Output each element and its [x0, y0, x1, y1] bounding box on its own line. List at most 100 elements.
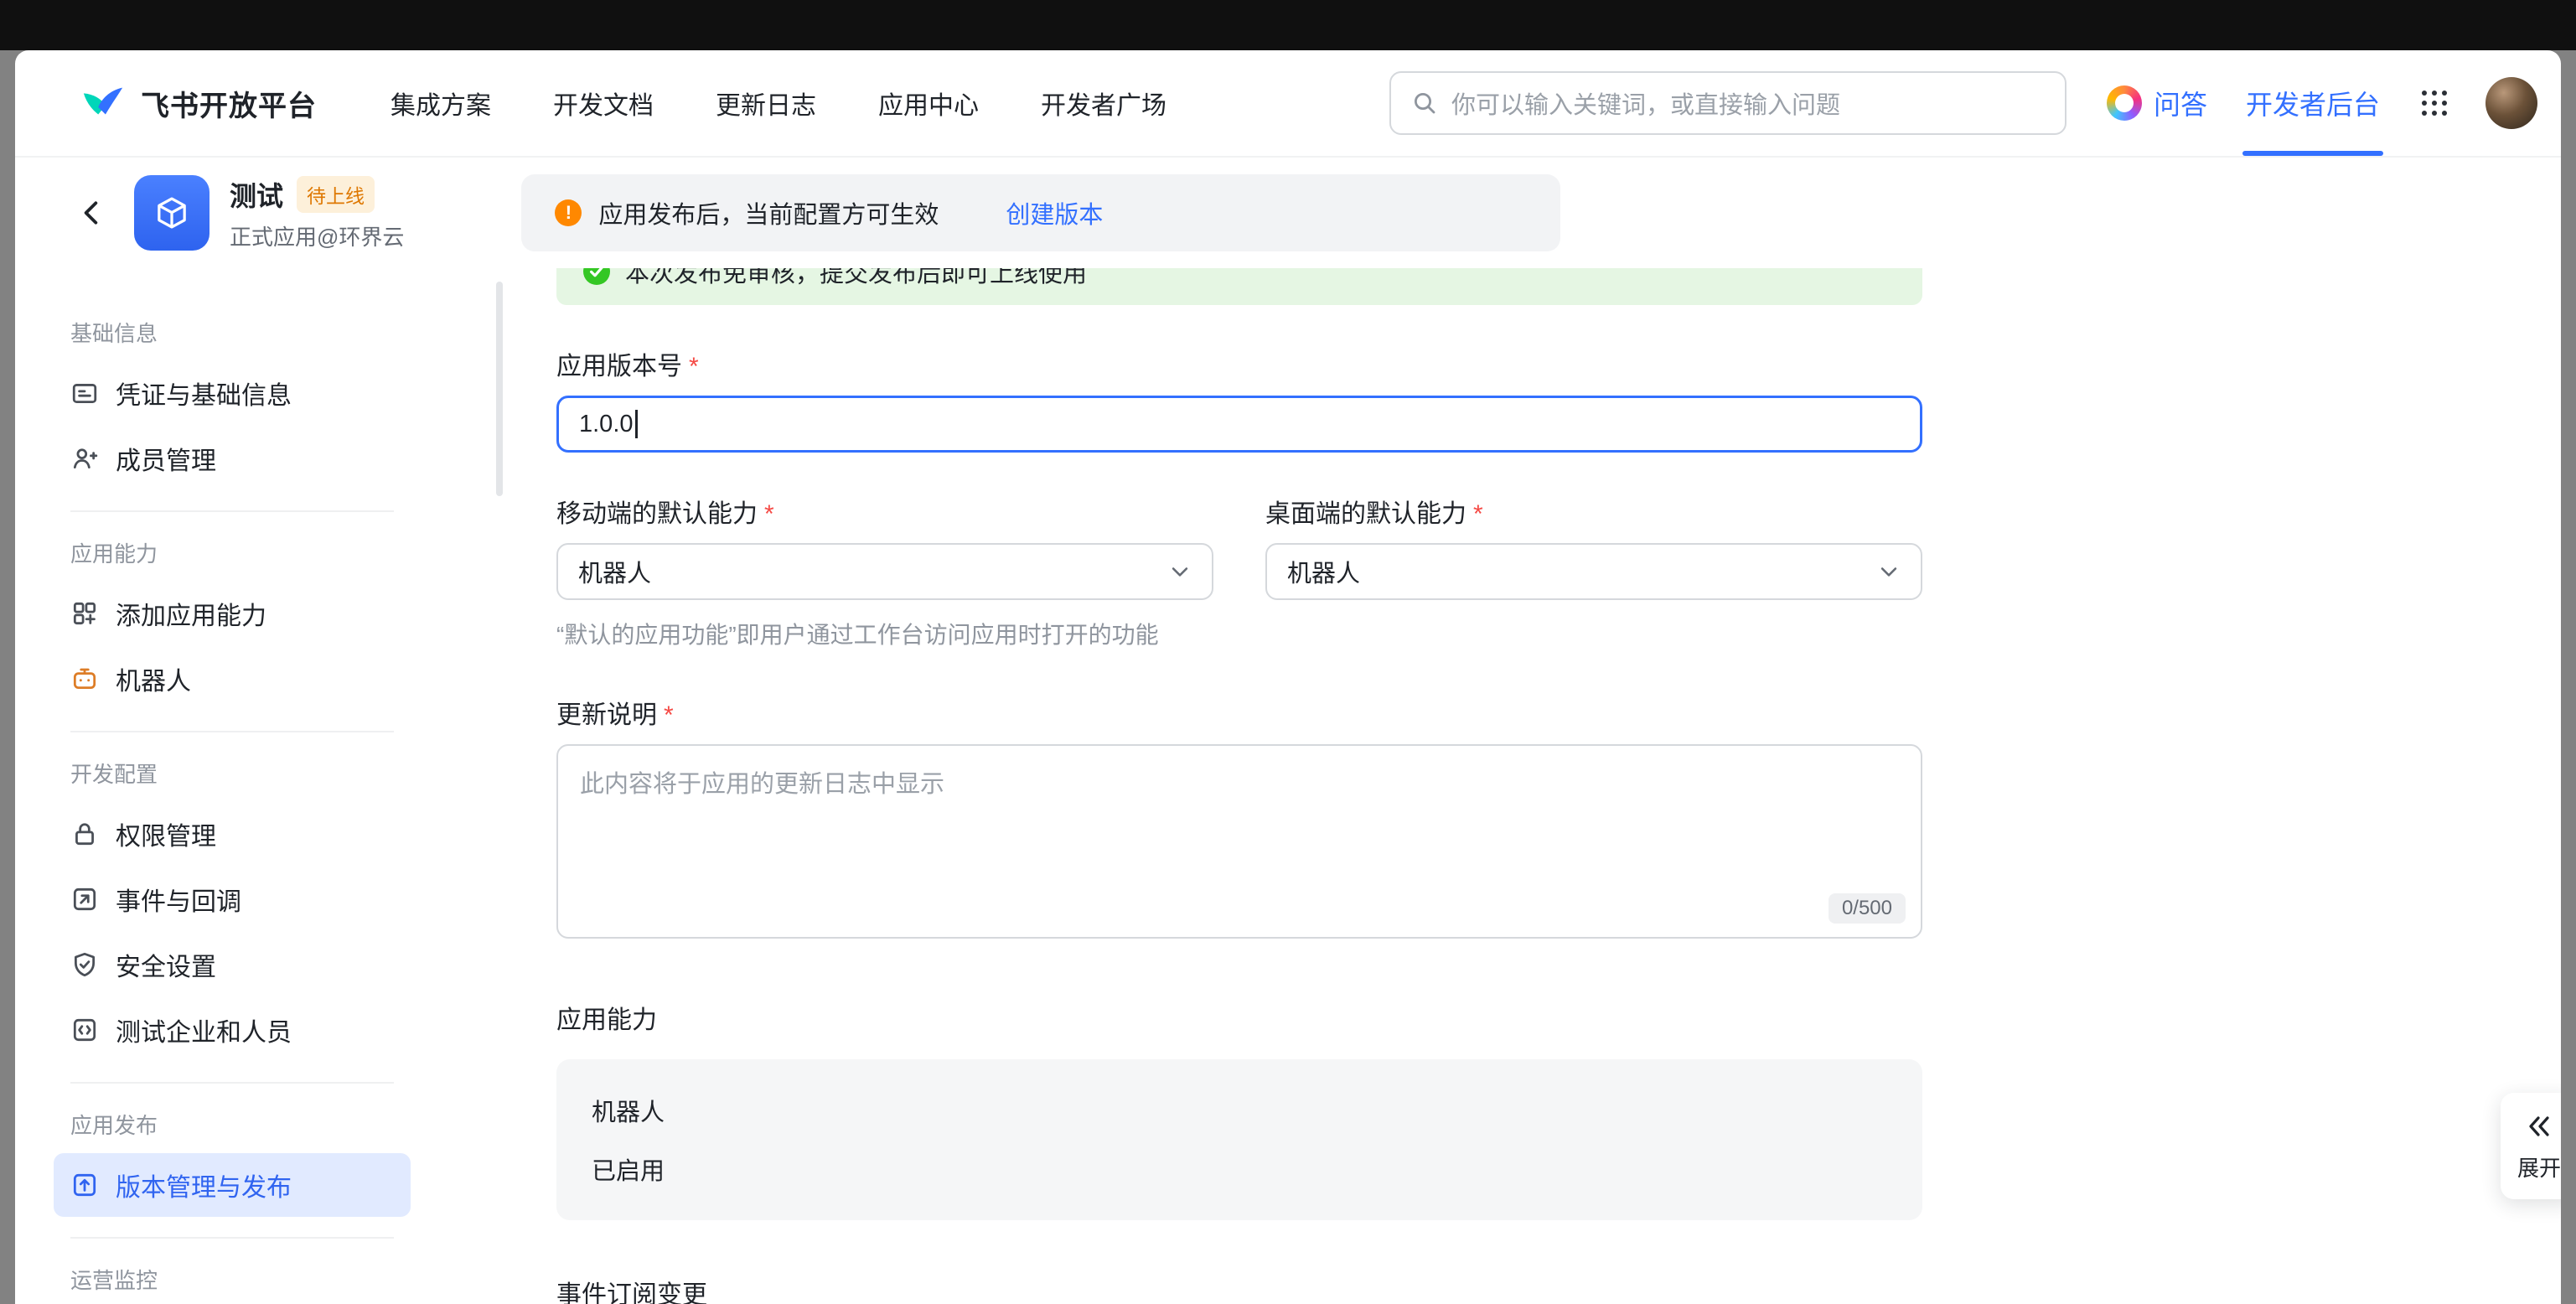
required-asterisk: *	[1473, 500, 1483, 529]
capability-name: 机器人	[592, 1093, 1887, 1128]
sidebar-item-bot[interactable]: 机器人	[54, 647, 411, 711]
search-icon	[1411, 90, 1438, 116]
sidebar-item-add-capability[interactable]: 添加应用能力	[54, 582, 411, 645]
sidebar-item-credential[interactable]: 凭证与基础信息	[54, 361, 411, 425]
sidebar-item-label: 权限管理	[116, 815, 216, 852]
sidebar-section-label: 应用能力	[70, 537, 411, 568]
notes-field-label: 更新说明 *	[556, 694, 2561, 731]
publish-alert-banner: 应用发布后，当前配置方可生效 创建版本	[521, 174, 1560, 251]
desktop-capability-value: 机器人	[1287, 554, 1360, 589]
version-input-value: 1.0.0	[579, 411, 634, 438]
release-icon	[70, 1171, 99, 1199]
tab-developer-console[interactable]: 开发者后台	[2242, 50, 2383, 156]
search-input[interactable]: 你可以输入关键词，或直接输入问题	[1389, 71, 2066, 135]
bot-icon	[70, 665, 99, 693]
sidebar-item-label: 安全设置	[116, 946, 216, 983]
app-window: 飞书开放平台 集成方案 开发文档 更新日志 应用中心 开发者广场 你可以输入关键…	[15, 50, 2561, 1304]
qa-label: 问答	[2154, 84, 2207, 122]
text-caret	[635, 410, 638, 438]
default-capability-row: 移动端的默认能力 * 机器人 桌面端的默认能力 *	[556, 453, 1922, 600]
version-input[interactable]: 1.0.0	[556, 396, 1922, 453]
sidebar-item-release[interactable]: 版本管理与发布	[54, 1153, 411, 1217]
nav-item-changelog[interactable]: 更新日志	[716, 85, 816, 122]
back-button[interactable]	[77, 199, 106, 227]
console-label: 开发者后台	[2246, 84, 2380, 122]
required-asterisk: *	[689, 353, 699, 381]
body-row: 基础信息凭证与基础信息成员管理应用能力添加应用能力机器人开发配置权限管理事件与回…	[15, 268, 2561, 1304]
credential-icon	[70, 379, 99, 407]
required-asterisk: *	[764, 500, 774, 529]
capability-section-heading: 应用能力	[556, 999, 2561, 1036]
sidebar-item-label: 测试企业和人员	[116, 1012, 292, 1048]
capability-panel: 机器人 已启用	[556, 1059, 1922, 1220]
capability-hint: “默认的应用功能”即用户通过工作台访问应用时打开的功能	[556, 617, 2561, 650]
header-right-cluster: 问答 开发者后台	[2107, 50, 2537, 156]
sidebar-divider	[70, 1237, 394, 1239]
test-org-icon	[70, 1016, 99, 1044]
nav-item-app-center[interactable]: 应用中心	[878, 85, 979, 122]
sidebar-item-test-org[interactable]: 测试企业和人员	[54, 998, 411, 1062]
mobile-capability-select[interactable]: 机器人	[556, 543, 1213, 600]
desktop-capability-select[interactable]: 机器人	[1265, 543, 1922, 600]
double-chevron-left-icon	[2526, 1113, 2553, 1140]
desktop-capability-col: 桌面端的默认能力 * 机器人	[1265, 453, 1922, 600]
sidebar-item-label: 事件与回调	[116, 881, 241, 918]
app-context-bar: 测试 待上线 正式应用@环界云 应用发布后，当前配置方可生效 创建版本	[15, 158, 2561, 268]
main-content: 本次发布免审核，提交发布后即可上线使用 应用版本号 * 1.0.0 移动端的默认…	[431, 268, 2561, 1304]
nav-item-dev-plaza[interactable]: 开发者广场	[1041, 85, 1166, 122]
sidebar-item-events[interactable]: 事件与回调	[54, 867, 411, 931]
events-section-heading: 事件订阅变更	[556, 1274, 2561, 1304]
user-avatar[interactable]	[2485, 77, 2537, 129]
sidebar-section-label: 应用发布	[70, 1109, 411, 1140]
sidebar-divider	[70, 510, 394, 512]
warning-info-icon	[555, 199, 582, 226]
add-capability-icon	[70, 599, 99, 628]
chevron-down-icon	[1168, 560, 1192, 583]
success-banner-clip: 本次发布免审核，提交发布后即可上线使用	[556, 268, 1922, 305]
brand-title: 飞书开放平台	[141, 83, 317, 124]
sidebar-item-label: 添加应用能力	[116, 595, 266, 632]
mobile-capability-label: 移动端的默认能力 *	[556, 493, 1213, 530]
primary-nav: 集成方案 开发文档 更新日志 应用中心 开发者广场	[391, 85, 1166, 122]
sidebar-item-security[interactable]: 安全设置	[54, 933, 411, 996]
sidebar-item-label: 版本管理与发布	[116, 1167, 292, 1203]
app-icon	[134, 175, 209, 251]
mobile-capability-col: 移动端的默认能力 * 机器人	[556, 453, 1213, 600]
status-badge: 待上线	[297, 176, 375, 213]
char-counter: 0/500	[1829, 893, 1906, 924]
capability-status: 已启用	[592, 1151, 1887, 1187]
app-subtitle: 正式应用@环界云	[230, 220, 404, 251]
version-field-label: 应用版本号 *	[556, 345, 2561, 382]
sidebar-section-label: 基础信息	[70, 317, 411, 348]
textarea-placeholder: 此内容将于应用的更新日志中显示	[580, 764, 944, 799]
check-circle-icon	[583, 268, 610, 285]
brand[interactable]: 飞书开放平台	[80, 80, 317, 126]
security-icon	[70, 950, 99, 979]
chevron-down-icon	[1877, 560, 1901, 583]
release-notes-textarea[interactable]: 此内容将于应用的更新日志中显示 0/500	[556, 744, 1922, 939]
sidebar-item-label: 成员管理	[116, 440, 216, 477]
sidebar: 基础信息凭证与基础信息成员管理应用能力添加应用能力机器人开发配置权限管理事件与回…	[15, 268, 431, 1304]
create-version-link[interactable]: 创建版本	[1006, 195, 1103, 230]
required-asterisk: *	[664, 701, 674, 730]
qa-link[interactable]: 问答	[2107, 84, 2207, 122]
top-header: 飞书开放平台 集成方案 开发文档 更新日志 应用中心 开发者广场 你可以输入关键…	[15, 50, 2561, 158]
nav-item-integration[interactable]: 集成方案	[391, 85, 491, 122]
success-banner: 本次发布免审核，提交发布后即可上线使用	[556, 268, 1922, 305]
expand-side-panel-toggle[interactable]: 展开	[2501, 1093, 2561, 1199]
sidebar-item-label: 凭证与基础信息	[116, 375, 292, 411]
sidebar-item-permission[interactable]: 权限管理	[54, 802, 411, 866]
app-name: 测试	[230, 175, 283, 214]
alert-message: 应用发布后，当前配置方可生效	[598, 195, 939, 230]
apps-grid-icon[interactable]	[2418, 87, 2450, 119]
app-meta: 测试 待上线 正式应用@环界云	[230, 175, 404, 251]
nav-item-docs[interactable]: 开发文档	[553, 85, 654, 122]
event-icon	[70, 885, 99, 913]
success-banner-text: 本次发布免审核，提交发布后即可上线使用	[625, 268, 1087, 289]
sidebar-section-label: 运营监控	[70, 1264, 411, 1295]
window-top-bar	[0, 0, 2576, 50]
sidebar-item-members[interactable]: 成员管理	[54, 427, 411, 490]
sidebar-divider	[70, 731, 394, 732]
sidebar-divider	[70, 1082, 394, 1084]
members-icon	[70, 444, 99, 473]
